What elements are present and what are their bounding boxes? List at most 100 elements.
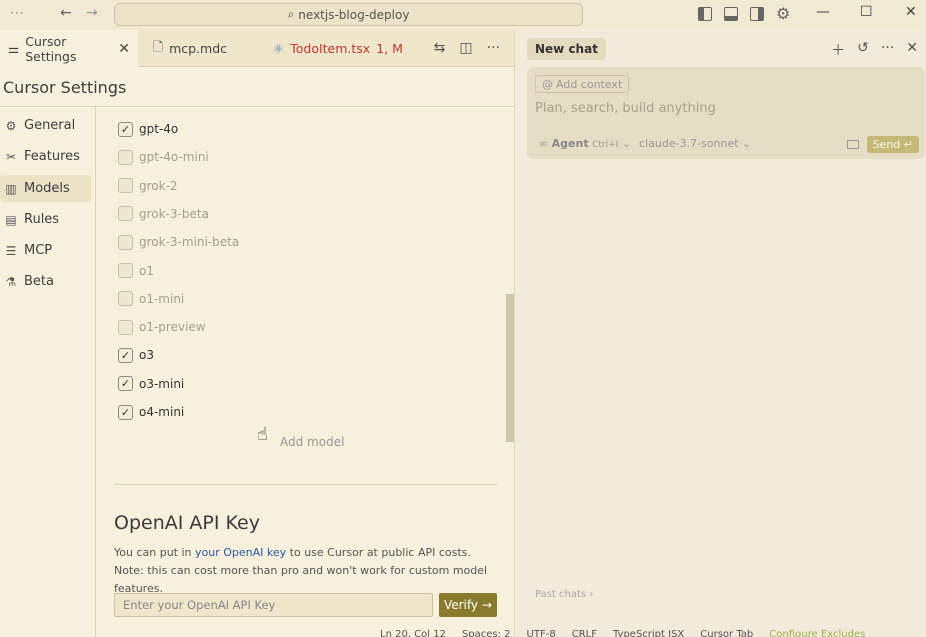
model-checkbox-row[interactable]: ✓ o4-mini [118, 402, 184, 422]
model-checkbox-row[interactable]: gpt-4o-mini [118, 147, 209, 167]
model-name: grok-2 [139, 178, 178, 193]
checkbox-unchecked[interactable] [118, 263, 133, 278]
api-key-title: OpenAI API Key [114, 512, 260, 534]
gear-icon: ⚙ [5, 118, 17, 133]
checkbox-checked[interactable]: ✓ [118, 404, 133, 420]
search-icon: ⌕ [287, 7, 295, 21]
checkbox-checked[interactable]: ✓ [118, 347, 133, 363]
more-icon[interactable]: ··· [10, 6, 24, 20]
model-checkbox-row[interactable]: grok-2 [118, 176, 178, 196]
book-icon: ▤ [5, 212, 17, 227]
model-name: grok-3-mini-beta [139, 235, 240, 250]
checkbox-unchecked[interactable] [118, 234, 133, 250]
model-name: o3-mini [139, 376, 185, 391]
model-name: o3 [139, 348, 154, 363]
verify-button[interactable]: Verify → [439, 593, 497, 617]
search-text: nextjs-blog-deploy [298, 7, 410, 22]
more-icon[interactable]: ··· [881, 40, 894, 60]
cursor-position[interactable]: Ln 20, Col 12 [380, 629, 446, 637]
checkbox-checked[interactable]: ✓ [118, 121, 133, 137]
tab-label: Cursor Settings [25, 33, 77, 64]
openai-key-link[interactable]: your OpenAI key [195, 546, 286, 559]
encoding[interactable]: UTF-8 [527, 629, 556, 637]
checkbox-unchecked[interactable] [118, 206, 133, 222]
chevron-right-icon: › [589, 589, 594, 600]
model-checkbox-row[interactable]: ✓ o3 [118, 345, 154, 365]
past-chats-link[interactable]: Past chats › [535, 589, 593, 600]
maximize-button[interactable]: ☐ [860, 4, 873, 20]
sidebar-item-models[interactable]: ▥ Models [0, 175, 91, 202]
toggle-primary-sidebar-icon[interactable] [698, 7, 712, 21]
checkbox-unchecked[interactable] [118, 178, 133, 194]
server-icon: ☰ [5, 243, 17, 258]
forward-arrow-icon[interactable]: → [86, 5, 98, 21]
add-model-button[interactable]: Add model [280, 435, 344, 449]
model-checkbox-row[interactable]: grok-3-mini-beta [118, 232, 239, 252]
model-name: gpt-4o-mini [139, 150, 209, 165]
eol[interactable]: CRLF [572, 629, 597, 637]
indentation[interactable]: Spaces: 2 [462, 629, 511, 637]
tab-todoitem[interactable]: ⚛ TodoItem.tsx 1, M [265, 30, 425, 67]
back-arrow-icon[interactable]: ← [60, 5, 72, 21]
checkbox-unchecked[interactable] [118, 149, 133, 165]
model-label: claude-3.7-sonnet [639, 137, 739, 150]
sidebar-item-beta[interactable]: ⚗ Beta [0, 268, 91, 295]
model-checkbox-row[interactable]: o1-preview [118, 317, 206, 337]
agent-mode-select[interactable]: ∞ Agent Ctrl+I ⌄ [539, 137, 631, 150]
add-context-button[interactable]: @ Add context [535, 75, 630, 93]
sidebar-item-rules[interactable]: ▤ Rules [0, 206, 91, 233]
history-icon[interactable]: ↺ [857, 40, 869, 60]
tab-cursor-settings[interactable]: ⚌ Cursor Settings ✕ [0, 30, 138, 67]
command-center-search[interactable]: ⌕ nextjs-blog-deploy [114, 3, 583, 26]
image-icon[interactable] [846, 140, 859, 149]
model-checkbox-row[interactable]: o1-mini [118, 289, 184, 309]
react-icon: ⚛ [273, 41, 285, 56]
sidebar-item-mcp[interactable]: ☰ MCP [0, 237, 91, 264]
model-name: o1-mini [139, 291, 185, 306]
compare-icon[interactable]: ⇆ [434, 40, 446, 56]
model-checkbox-row[interactable]: ✓ gpt-4o [118, 119, 178, 139]
close-icon[interactable]: ✕ [118, 41, 130, 57]
close-icon[interactable]: ✕ [906, 40, 918, 60]
tab-label: mcp.mdc [169, 41, 228, 56]
plus-icon[interactable]: ＋ [831, 40, 845, 60]
verify-label: Verify [443, 598, 478, 612]
sidebar-item-features[interactable]: ✂ Features [0, 143, 91, 170]
settings-sidebar: ⚙ General ✂ Features ▥ Models ▤ Rules ☰ … [0, 107, 96, 637]
model-name: grok-3-beta [139, 206, 209, 221]
toggle-panel-icon[interactable] [724, 7, 738, 21]
close-window-button[interactable]: ✕ [905, 4, 917, 20]
split-editor-icon[interactable]: ◫ [459, 40, 472, 56]
sidebar-item-label: Rules [24, 212, 60, 227]
at-icon: @ [542, 77, 553, 91]
checkbox-unchecked[interactable] [118, 291, 133, 307]
openai-api-key-input[interactable]: Enter your OpenAI API Key [114, 593, 433, 617]
chat-input-placeholder[interactable]: Plan, search, build anything [535, 101, 716, 116]
cursor-tab-status[interactable]: Cursor Tab [700, 629, 753, 637]
sidebar-item-general[interactable]: ⚙ General [0, 112, 91, 139]
new-chat-tab[interactable]: New chat [527, 38, 606, 60]
checkbox-checked[interactable]: ✓ [118, 376, 133, 392]
tab-mcp-mdc[interactable]: 🗋 mcp.mdc [145, 30, 260, 67]
chat-composer[interactable]: @ Add context Plan, search, build anythi… [527, 67, 925, 159]
gear-icon[interactable]: ⚙ [776, 6, 790, 22]
scrollbar[interactable] [506, 294, 514, 442]
desc-text: You can put in [114, 546, 196, 559]
configure-excludes[interactable]: Configure Excludes [769, 629, 865, 637]
title-bar: ··· ← → ⌕ nextjs-blog-deploy ⚙ — ☐ ✕ [0, 0, 926, 30]
model-checkbox-row[interactable]: o1 [118, 261, 154, 281]
send-button[interactable]: Send ↵ [866, 136, 919, 153]
checkbox-unchecked[interactable] [118, 319, 133, 335]
model-name: gpt-4o [139, 122, 179, 136]
infinity-icon: ∞ [539, 137, 549, 150]
minimize-button[interactable]: — [816, 4, 830, 20]
chat-panel: New chat ＋ ↺ ··· ✕ @ Add context Plan, s… [515, 30, 926, 637]
api-key-description: You can put in your OpenAI key to use Cu… [114, 544, 499, 598]
model-select[interactable]: claude-3.7-sonnet ⌄ [639, 137, 751, 150]
more-actions-icon[interactable]: ··· [487, 40, 500, 56]
model-checkbox-row[interactable]: ✓ o3-mini [118, 374, 184, 394]
toggle-secondary-sidebar-icon[interactable] [750, 7, 764, 21]
model-checkbox-row[interactable]: grok-3-beta [118, 204, 209, 224]
language-mode[interactable]: TypeScript JSX [613, 629, 684, 637]
tab-label: TodoItem.tsx [290, 41, 371, 56]
